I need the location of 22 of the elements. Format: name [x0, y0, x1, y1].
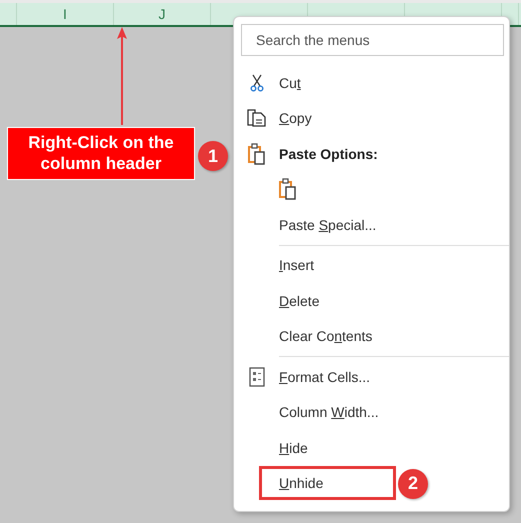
search-field[interactable]: Search the menus — [241, 24, 504, 56]
column-header[interactable]: I — [17, 3, 114, 25]
scissors-icon — [250, 74, 264, 92]
menu-item[interactable]: Format Cells... — [279, 366, 370, 387]
step-badge: 1 — [198, 141, 228, 171]
paste-icon[interactable] — [279, 178, 297, 200]
paste-icon — [248, 142, 266, 165]
menu-item[interactable]: Paste Special... — [279, 214, 376, 235]
callout-label: Right-Click on the column header — [7, 127, 195, 180]
step-badge: 2 — [398, 468, 428, 498]
menu-item[interactable]: Insert — [279, 255, 314, 276]
menu-item[interactable]: Copy — [279, 108, 312, 128]
format-cells-icon — [248, 366, 264, 387]
menu-item[interactable]: Delete — [279, 290, 320, 311]
menu-heading: Paste Options: — [279, 144, 378, 164]
menu-item[interactable]: Cut — [279, 72, 301, 93]
column-header[interactable]: J — [114, 3, 211, 25]
menu-item[interactable]: Clear Contents — [279, 326, 372, 346]
menu-item[interactable]: Unhide — [262, 469, 394, 498]
menu-item[interactable]: Hide — [279, 438, 308, 458]
copy-icon — [246, 109, 266, 128]
menu-item[interactable]: Column Width... — [279, 402, 379, 422]
